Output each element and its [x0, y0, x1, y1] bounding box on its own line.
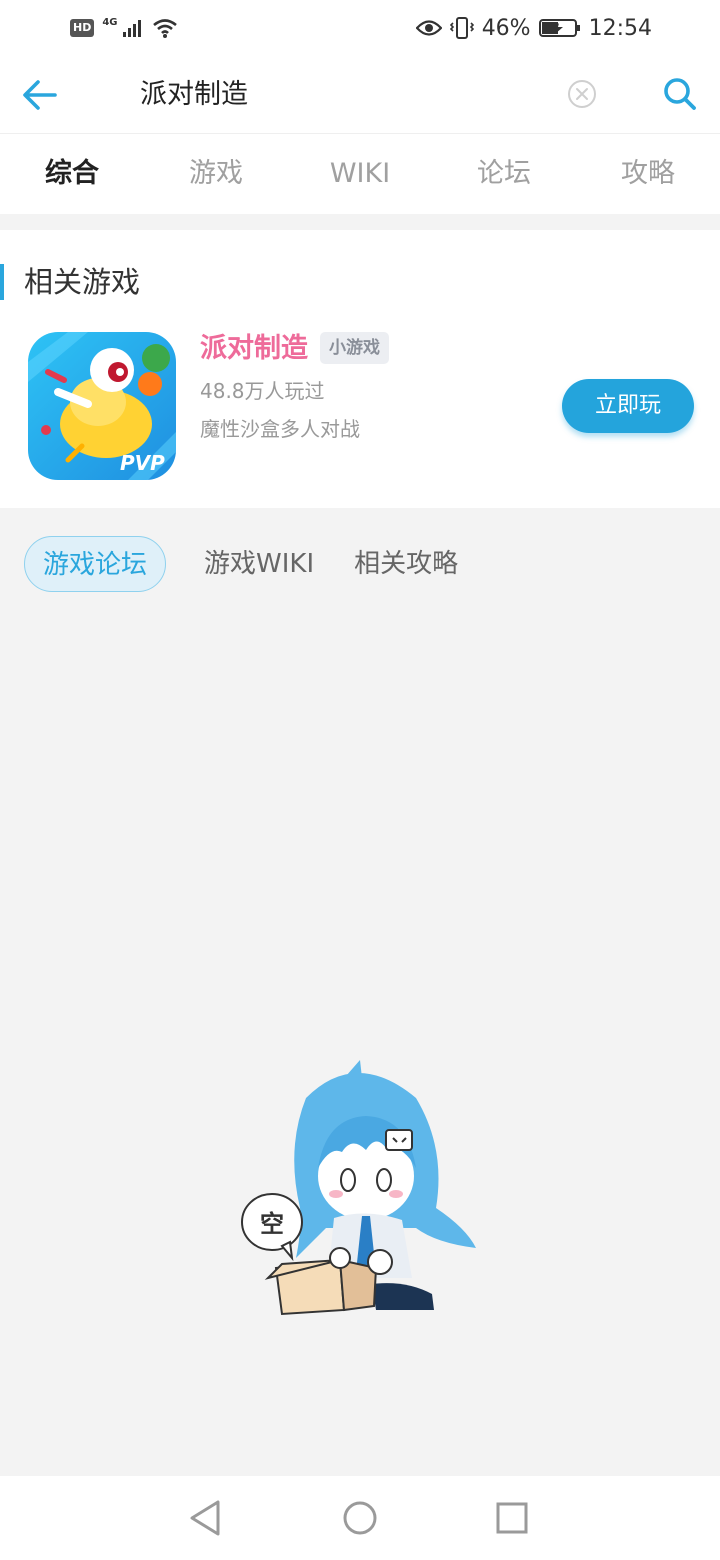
- status-bar: HD 4G 46% 12:54: [0, 0, 720, 56]
- tab-forum[interactable]: 论坛: [432, 134, 576, 214]
- status-left: HD 4G: [70, 17, 178, 39]
- circle-home-icon: [343, 1501, 377, 1535]
- game-description: 魔性沙盒多人对战: [200, 417, 360, 441]
- subtab-game-wiki[interactable]: 游戏WIKI: [204, 536, 314, 592]
- signal-icon: [122, 20, 141, 37]
- content-subtabs: 游戏论坛 游戏WIKI 相关攻略: [24, 536, 498, 592]
- nav-home-button[interactable]: [340, 1498, 380, 1538]
- battery-icon: [538, 19, 580, 37]
- game-tag: 小游戏: [320, 332, 389, 364]
- play-now-button[interactable]: 立即玩: [562, 379, 694, 433]
- vibrate-icon: [449, 17, 474, 39]
- search-button[interactable]: [660, 74, 700, 114]
- tab-all[interactable]: 综合: [0, 134, 144, 214]
- square-recents-icon: [496, 1502, 528, 1534]
- network-type: 4G: [102, 16, 118, 28]
- arrow-left-icon: [23, 80, 57, 110]
- system-nav-bar: [0, 1476, 720, 1560]
- triangle-back-icon: [190, 1500, 220, 1536]
- battery-percent: 46%: [481, 15, 531, 41]
- subtab-related-guides[interactable]: 相关攻略: [354, 536, 458, 592]
- search-input[interactable]: 派对制造: [140, 76, 248, 114]
- empty-state-illustration: 空: [236, 1058, 484, 1318]
- tab-guides[interactable]: 攻略: [576, 134, 720, 214]
- wifi-icon: [152, 19, 177, 38]
- pvp-badge-text: PVP: [120, 451, 165, 475]
- tab-wiki[interactable]: WIKI: [288, 134, 432, 214]
- related-games-card: 相关游戏 PVP 派对制造 小游戏 48.8万人玩过 魔性沙盒多人对战 立即玩: [0, 230, 720, 508]
- clock: 12:54: [588, 15, 652, 41]
- eye-icon: [415, 20, 442, 36]
- tab-games[interactable]: 游戏: [144, 134, 288, 214]
- hd-badge: HD: [70, 19, 95, 37]
- clear-button[interactable]: [566, 78, 598, 110]
- empty-mascot-illustration: 空: [241, 1060, 476, 1316]
- nav-back-button[interactable]: [186, 1498, 226, 1538]
- game-icon[interactable]: PVP: [28, 332, 176, 480]
- category-tabs: 综合 游戏 WIKI 论坛 攻略: [0, 134, 720, 214]
- back-button[interactable]: [20, 76, 60, 114]
- game-title[interactable]: 派对制造: [200, 330, 308, 368]
- empty-bubble-text: 空: [260, 1210, 284, 1238]
- nav-recents-button[interactable]: [492, 1498, 532, 1538]
- status-right: 46% 12:54: [415, 15, 652, 41]
- subtab-game-forum[interactable]: 游戏论坛: [24, 536, 167, 592]
- search-icon: [664, 78, 696, 110]
- section-title: 相关游戏: [0, 264, 140, 300]
- search-header: 派对制造: [0, 56, 720, 134]
- game-artwork: PVP: [28, 332, 176, 480]
- game-play-count: 48.8万人玩过: [200, 379, 325, 403]
- close-circle-icon: [568, 80, 596, 108]
